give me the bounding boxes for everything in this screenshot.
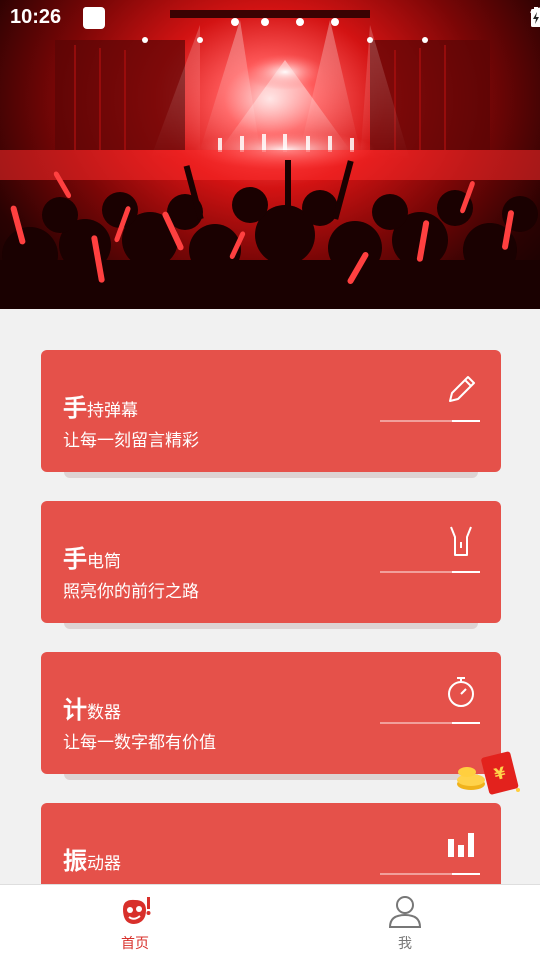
card-handheld-barrage[interactable]: 手持弹幕 让每一刻留言精彩 — [41, 350, 501, 472]
card-counter[interactable]: 计数器 让每一数字都有价值 — [41, 652, 501, 774]
card-divider-accent — [452, 571, 480, 573]
stopwatch-icon — [448, 677, 474, 707]
card-subtitle: 让每一刻留言精彩 — [63, 431, 199, 451]
card-shadow — [64, 774, 478, 780]
concert-stage-illustration — [0, 10, 540, 309]
status-bar: 10:26 — [0, 0, 540, 36]
card-title: 手持弹幕 — [63, 394, 138, 422]
card-subtitle: 照亮你的前行之路 — [63, 582, 199, 602]
card-divider-accent — [452, 722, 480, 724]
card-title: 振动器 — [63, 847, 121, 875]
nav-label-home: 首页 — [121, 936, 149, 952]
status-time: 10:26 — [10, 6, 62, 28]
battery-charging-icon — [531, 7, 540, 27]
flashlight-icon — [450, 526, 472, 556]
dot-icon — [83, 7, 89, 13]
pencil-icon — [449, 376, 475, 402]
hero-banner: 10:26 — [0, 0, 540, 309]
card-subtitle: 让每一数字都有价值 — [63, 733, 216, 753]
bottom-navigation: 首页 我 — [0, 884, 540, 961]
card-shadow — [64, 623, 478, 629]
nav-me[interactable]: 我 — [270, 885, 540, 961]
card-divider-accent — [452, 420, 480, 422]
nav-label-me: 我 — [398, 936, 412, 952]
card-divider-accent — [452, 873, 480, 875]
home-mascot-icon — [123, 897, 151, 924]
card-flashlight[interactable]: 手电筒 照亮你的前行之路 — [41, 501, 501, 623]
red-envelope-icon[interactable]: ¥ — [455, 750, 525, 798]
card-title: 手电筒 — [63, 545, 121, 573]
card-shadow — [64, 472, 478, 478]
user-icon — [388, 896, 422, 928]
nav-home[interactable]: 首页 — [0, 885, 270, 961]
bar-chart-icon — [448, 833, 474, 857]
card-title: 计数器 — [63, 696, 121, 724]
